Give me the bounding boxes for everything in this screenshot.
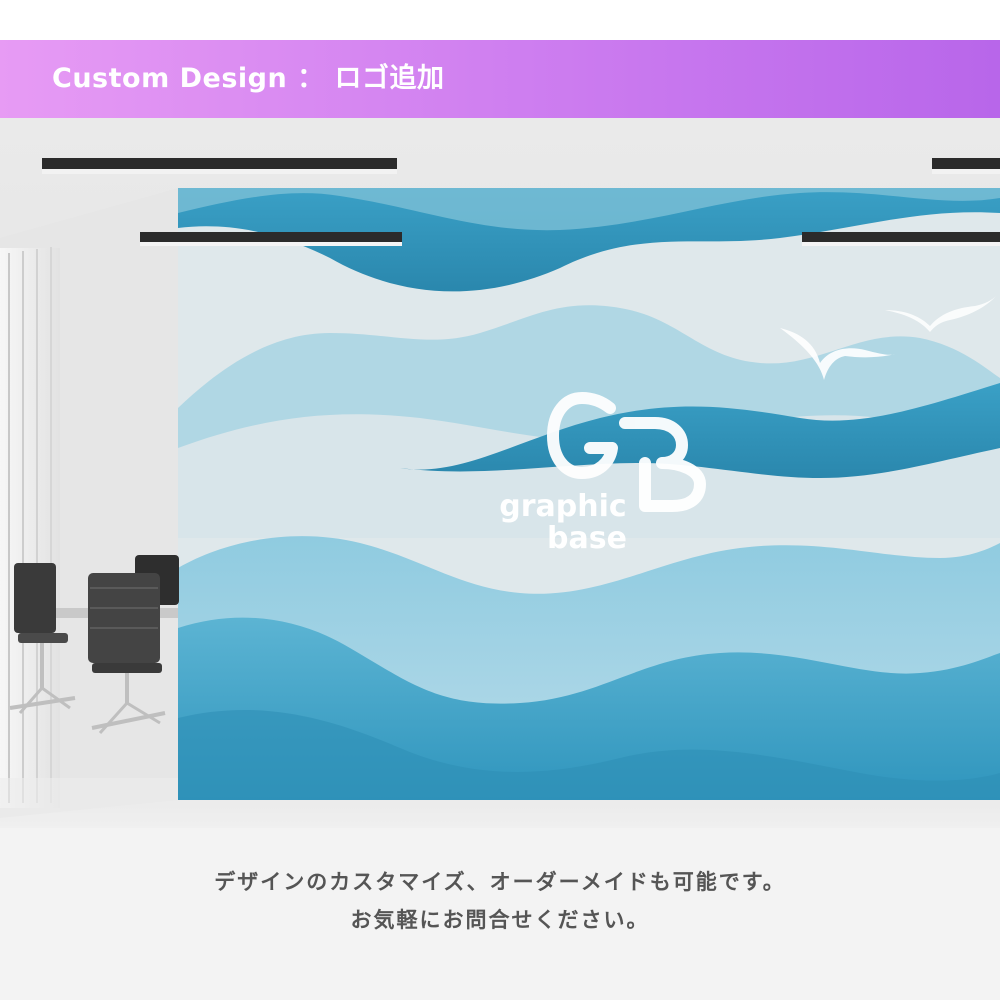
top-margin [0, 0, 1000, 40]
caption-line-1: デザインのカスタマイズ、オーダーメイドも可能です。 [214, 870, 786, 894]
window-blinds [0, 247, 60, 808]
pendant-light [932, 158, 1000, 174]
pendant-light [42, 158, 397, 174]
logo-text-line2: base [547, 521, 627, 556]
room-illustration: graphic base [0, 118, 1000, 828]
header-banner: Custom Design ： ロゴ追加 [0, 40, 1000, 118]
logo-text-line1: graphic [499, 489, 626, 524]
caption-line-2: お気軽にお問合せください。 [350, 908, 650, 932]
caption-area: デザインのカスタマイズ、オーダーメイドも可能です。 お気軽にお問合せください。 [0, 828, 1000, 1000]
pendant-light [802, 232, 1000, 246]
banner-title: Custom Design ： ロゴ追加 [52, 63, 445, 94]
room-photo: graphic base [0, 118, 1000, 828]
pendant-light [140, 232, 402, 246]
